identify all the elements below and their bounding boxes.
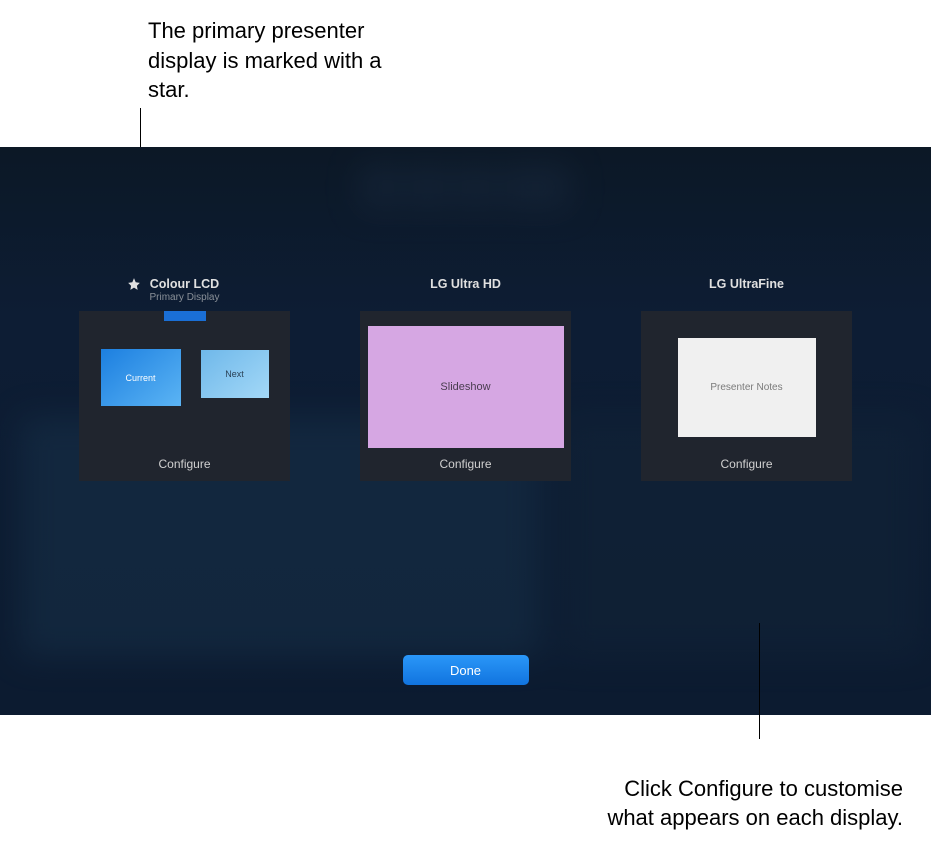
notes-preview: Presenter Notes	[678, 338, 816, 437]
display-preview-card[interactable]: Presenter Notes Configure	[641, 311, 852, 481]
display-subtitle: Primary Display	[149, 292, 219, 303]
display-block-primary: Colour LCD Primary Display Current Next …	[79, 277, 290, 481]
display-header: LG Ultra HD	[360, 277, 571, 311]
display-preview-card[interactable]: Current Next Configure	[79, 311, 290, 481]
primary-star-icon	[127, 277, 141, 296]
display-title: LG Ultra HD	[430, 277, 501, 291]
display-title: LG UltraFine	[709, 277, 784, 291]
done-button[interactable]: Done	[403, 655, 529, 685]
annotation-top: The primary presenter display is marked …	[148, 16, 413, 105]
display-arrangement-panel: Colour LCD Primary Display Current Next …	[0, 147, 931, 715]
display-preview-card[interactable]: Slideshow Configure	[360, 311, 571, 481]
displays-row: Colour LCD Primary Display Current Next …	[0, 277, 931, 481]
slideshow-preview: Slideshow	[368, 326, 564, 448]
configure-button[interactable]: Configure	[439, 457, 491, 471]
display-header: Colour LCD Primary Display	[79, 277, 290, 311]
display-block-slideshow: LG Ultra HD Slideshow Configure	[360, 277, 571, 481]
annotation-bottom: Click Configure to customise what appear…	[593, 774, 903, 833]
display-title: Colour LCD	[150, 277, 219, 291]
configure-button[interactable]: Configure	[158, 457, 210, 471]
presenter-top-bar	[164, 311, 206, 321]
display-header: LG UltraFine	[641, 277, 852, 311]
current-slide-thumb: Current	[101, 349, 181, 406]
next-slide-thumb: Next	[201, 350, 269, 398]
display-block-notes: LG UltraFine Presenter Notes Configure	[641, 277, 852, 481]
configure-button[interactable]: Configure	[720, 457, 772, 471]
annotation-leader-line-bottom	[759, 623, 760, 739]
presenter-preview: Current Next	[79, 311, 290, 457]
